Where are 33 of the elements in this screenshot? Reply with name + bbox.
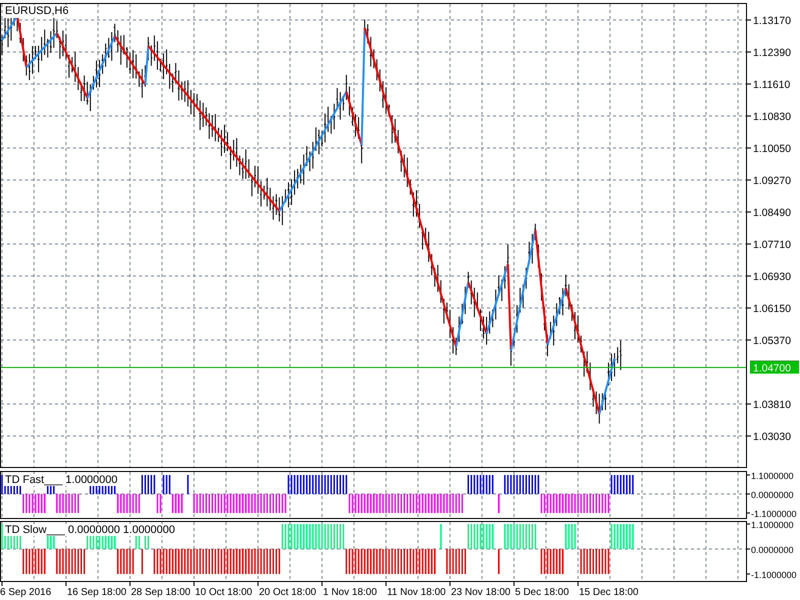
axis-label: 1.13170 (753, 15, 791, 27)
chart-title: EURUSD,H6 (4, 5, 70, 18)
axis-label: 1.06930 (753, 271, 791, 283)
axis-label: 0.0000000 (751, 545, 794, 555)
axis-label: 1.06150 (753, 303, 791, 315)
axis-label: 23 Nov 18:00 (451, 587, 510, 598)
axis-label: 1.03810 (753, 399, 791, 411)
axis-label: 1.08490 (753, 207, 791, 219)
axis-label: 1.1000000 (751, 471, 794, 481)
axis-label: 1.09270 (753, 175, 791, 187)
axis-label: 1.12390 (753, 47, 791, 59)
axis-label: 20 Oct 18:00 (259, 587, 316, 598)
axis-label: 11 Nov 18:00 (387, 587, 446, 598)
axis-label: 1.10830 (753, 111, 791, 123)
axis-label: 1.11610 (753, 79, 790, 91)
indicator-legend: TD Fast___ 1.0000000 (4, 474, 119, 486)
axis-label: 1.03030 (753, 431, 791, 443)
axis-label: 1 Nov 18:00 (323, 587, 377, 598)
price-label: 1.04700 (750, 360, 799, 374)
indicator-legend: TD Slow___ 0.0000000 1.0000000 (4, 524, 176, 536)
axis-label: 28 Sep 18:00 (131, 587, 190, 598)
axis-label: 6 Sep 2016 (0, 587, 52, 598)
axis-label: 16 Sep 18:00 (67, 587, 126, 598)
axis-label: 1.10050 (753, 143, 791, 155)
axis-label: 10 Oct 18:00 (195, 587, 252, 598)
axis-label: -1.1000000 (751, 509, 797, 519)
axis-label: 1.05370 (753, 335, 791, 347)
axis-label: 1.1000000 (751, 520, 794, 530)
axis-label: 0.0000000 (751, 490, 794, 500)
axis-label: 5 Dec 18:00 (515, 587, 569, 598)
axis-label: 15 Dec 18:00 (579, 587, 638, 598)
axis-label: 1.07710 (753, 239, 791, 251)
axis-label: -1.1000000 (751, 570, 797, 580)
